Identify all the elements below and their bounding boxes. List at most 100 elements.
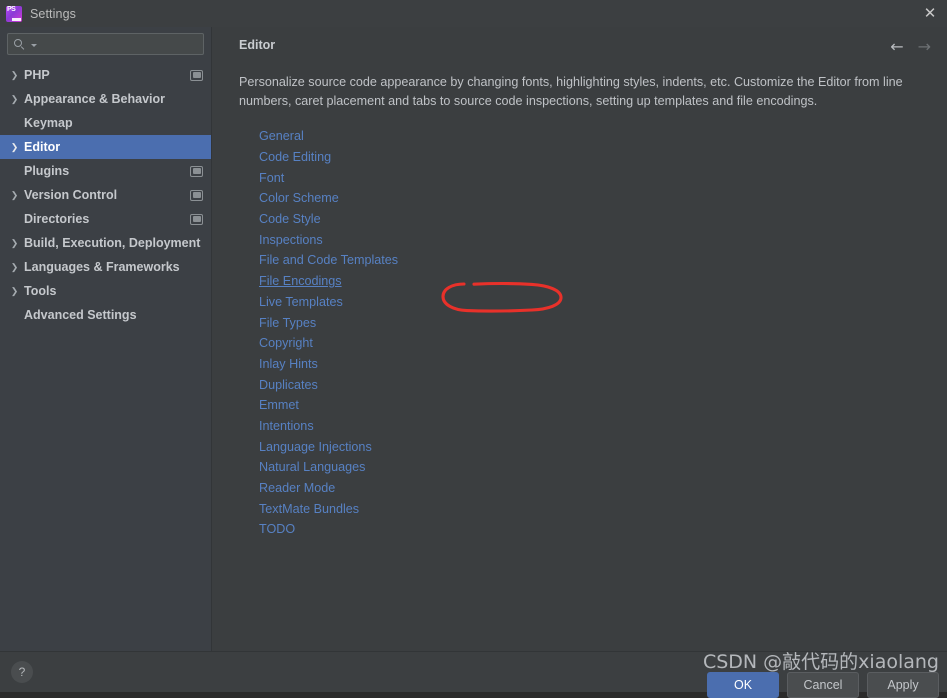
sidebar-item-label: Version Control bbox=[24, 188, 118, 202]
arrow-right-icon[interactable]: → bbox=[918, 39, 931, 55]
settings-link-row: File Types bbox=[259, 312, 947, 333]
link-color-scheme[interactable]: Color Scheme bbox=[259, 191, 339, 205]
settings-link-row: TODO bbox=[259, 519, 947, 540]
sidebar-item-label: Appearance & Behavior bbox=[24, 92, 166, 106]
editor-settings-panel: Editor ← → Personalize source code appea… bbox=[212, 27, 947, 651]
link-emmet[interactable]: Emmet bbox=[259, 398, 299, 412]
link-todo[interactable]: TODO bbox=[259, 522, 295, 536]
settings-link-row: Natural Languages bbox=[259, 457, 947, 478]
sidebar-item-label: Tools bbox=[24, 284, 57, 298]
link-textmate-bundles[interactable]: TextMate Bundles bbox=[259, 502, 359, 516]
help-button[interactable]: ? bbox=[11, 661, 33, 683]
chevron-right-icon[interactable]: ❯ bbox=[8, 94, 21, 104]
chevron-right-icon[interactable]: ❯ bbox=[8, 286, 21, 296]
phpstorm-icon bbox=[6, 5, 22, 22]
link-reader-mode[interactable]: Reader Mode bbox=[259, 481, 335, 495]
chevron-right-icon[interactable]: ❯ bbox=[8, 70, 21, 80]
project-scope-icon bbox=[190, 189, 203, 201]
chevron-right-icon[interactable]: ❯ bbox=[8, 262, 21, 272]
settings-link-row: Duplicates bbox=[259, 374, 947, 395]
settings-sidebar: ❯PHP❯Appearance & Behavior❯Keymap❯Editor… bbox=[0, 27, 212, 651]
arrow-left-icon[interactable]: ← bbox=[890, 39, 903, 55]
link-file-types[interactable]: File Types bbox=[259, 316, 316, 330]
dialog-footer: ? OK Cancel Apply CSDN @敲代码的xiaolang bbox=[0, 651, 947, 698]
close-icon[interactable]: ✕ bbox=[913, 0, 947, 27]
sidebar-item-appearance-behavior[interactable]: ❯ Appearance & Behavior bbox=[0, 87, 211, 111]
link-live-templates[interactable]: Live Templates bbox=[259, 295, 343, 309]
page-title: Editor bbox=[239, 38, 276, 52]
chevron-right-icon[interactable]: ❯ bbox=[8, 142, 21, 152]
settings-link-row: Reader Mode bbox=[259, 478, 947, 499]
settings-link-row: Code Style bbox=[259, 209, 947, 230]
sidebar-item-php[interactable]: ❯ PHP bbox=[0, 63, 211, 87]
settings-link-list: General Code Editing Font Color Scheme Code … bbox=[212, 126, 947, 540]
settings-window: Settings ✕ ❯PHP❯Appearance & Behavior❯Ke… bbox=[0, 0, 947, 698]
search-container bbox=[0, 27, 211, 60]
sidebar-item-label: Plugins bbox=[24, 164, 70, 178]
project-scope-icon bbox=[190, 69, 203, 81]
cancel-button[interactable]: Cancel bbox=[787, 672, 859, 698]
settings-link-row: Inlay Hints bbox=[259, 354, 947, 375]
link-copyright[interactable]: Copyright bbox=[259, 336, 313, 350]
window-title: Settings bbox=[30, 6, 76, 21]
link-code-editing[interactable]: Code Editing bbox=[259, 150, 331, 164]
sidebar-item-directories[interactable]: ❯Directories bbox=[0, 207, 211, 231]
link-inspections[interactable]: Inspections bbox=[259, 233, 323, 247]
settings-link-row: Font bbox=[259, 167, 947, 188]
settings-link-row: Color Scheme bbox=[259, 188, 947, 209]
search-input[interactable] bbox=[39, 37, 197, 51]
nav-arrows: ← → bbox=[890, 38, 931, 55]
link-file-encodings[interactable]: File Encodings bbox=[259, 274, 342, 288]
title-bar: Settings ✕ bbox=[0, 0, 947, 27]
panel-header: Editor ← → bbox=[212, 27, 947, 55]
sidebar-item-label: Advanced Settings bbox=[24, 308, 137, 322]
ok-button[interactable]: OK bbox=[707, 672, 779, 698]
settings-link-row: Intentions bbox=[259, 416, 947, 437]
link-language-injections[interactable]: Language Injections bbox=[259, 440, 372, 454]
link-intentions[interactable]: Intentions bbox=[259, 419, 314, 433]
settings-link-row: TextMate Bundles bbox=[259, 498, 947, 519]
settings-link-row: Inspections bbox=[259, 229, 947, 250]
search-box[interactable] bbox=[7, 33, 204, 55]
sidebar-item-advanced-settings[interactable]: ❯Advanced Settings bbox=[0, 303, 211, 327]
link-inlay-hints[interactable]: Inlay Hints bbox=[259, 357, 318, 371]
chevron-right-icon[interactable]: ❯ bbox=[8, 190, 21, 200]
panel-description: Personalize source code appearance by ch… bbox=[239, 75, 903, 108]
settings-link-row: Emmet bbox=[259, 395, 947, 416]
chevron-down-icon[interactable] bbox=[31, 44, 37, 47]
link-file-and-code-templates[interactable]: File and Code Templates bbox=[259, 253, 398, 267]
settings-tree: ❯PHP❯Appearance & Behavior❯Keymap❯Editor… bbox=[0, 60, 211, 651]
settings-link-row: File Encodings bbox=[259, 271, 947, 292]
link-general[interactable]: General bbox=[259, 129, 304, 143]
settings-link-row: Language Injections bbox=[259, 436, 947, 457]
link-natural-languages[interactable]: Natural Languages bbox=[259, 460, 365, 474]
sidebar-item-label: Directories bbox=[24, 212, 90, 226]
settings-link-row: Code Editing bbox=[259, 147, 947, 168]
link-duplicates[interactable]: Duplicates bbox=[259, 378, 318, 392]
link-code-style[interactable]: Code Style bbox=[259, 212, 321, 226]
sidebar-item-build-execution-deployment[interactable]: ❯ Build, Execution, Deployment bbox=[0, 231, 211, 255]
sidebar-item-plugins[interactable]: ❯Plugins bbox=[0, 159, 211, 183]
sidebar-item-editor[interactable]: ❯ Editor bbox=[0, 135, 211, 159]
sidebar-item-label: Keymap bbox=[24, 116, 73, 130]
sidebar-item-tools[interactable]: ❯ Tools bbox=[0, 279, 211, 303]
search-icon bbox=[14, 38, 27, 51]
settings-link-row: Copyright bbox=[259, 333, 947, 354]
link-font[interactable]: Font bbox=[259, 171, 284, 185]
project-scope-icon bbox=[190, 213, 203, 225]
settings-link-row: File and Code Templates bbox=[259, 250, 947, 271]
watermark: CSDN @敲代码的xiaolang bbox=[702, 651, 939, 673]
sidebar-item-label: Build, Execution, Deployment bbox=[24, 236, 201, 250]
settings-link-row: Live Templates bbox=[259, 292, 947, 313]
sidebar-item-label: Editor bbox=[24, 140, 61, 154]
sidebar-item-keymap[interactable]: ❯Keymap bbox=[0, 111, 211, 135]
chevron-right-icon[interactable]: ❯ bbox=[8, 238, 21, 248]
sidebar-item-label: PHP bbox=[24, 68, 50, 82]
sidebar-item-label: Languages & Frameworks bbox=[24, 260, 180, 274]
sidebar-item-version-control[interactable]: ❯ Version Control bbox=[0, 183, 211, 207]
dialog-body: ❯PHP❯Appearance & Behavior❯Keymap❯Editor… bbox=[0, 27, 947, 651]
settings-link-row: General bbox=[259, 126, 947, 147]
apply-button[interactable]: Apply bbox=[867, 672, 939, 698]
sidebar-item-languages-frameworks[interactable]: ❯ Languages & Frameworks bbox=[0, 255, 211, 279]
project-scope-icon bbox=[190, 165, 203, 177]
